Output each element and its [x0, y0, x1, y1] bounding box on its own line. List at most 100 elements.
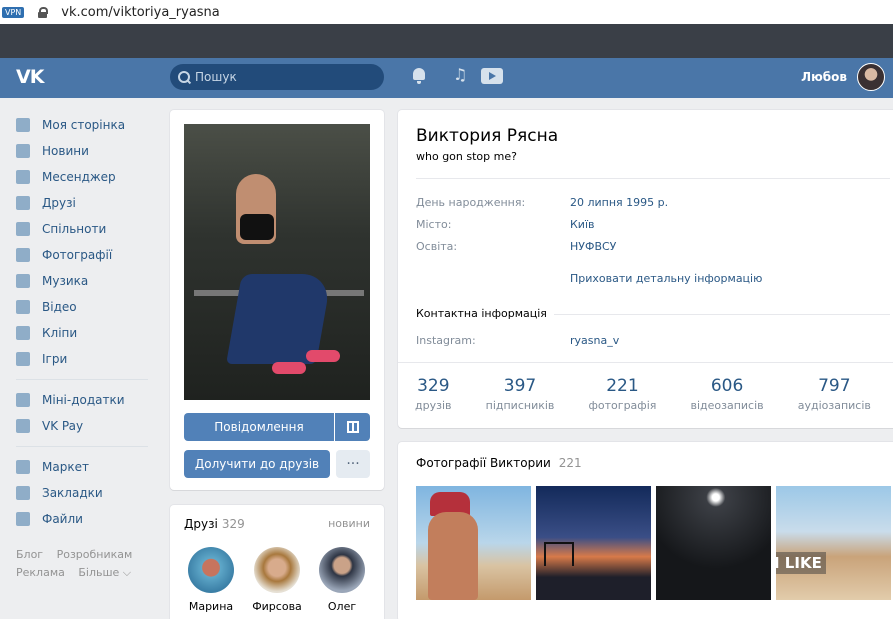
messenger-icon	[16, 170, 30, 184]
friends-card: Друзі 329 новини Марина Фирсова Олег	[170, 505, 384, 619]
nav-item-label: Месенджер	[42, 170, 116, 184]
education-value[interactable]: НУФВСУ	[570, 240, 616, 253]
nav-item-label: Міні-додатки	[42, 393, 125, 407]
stat-audios[interactable]: 797 аудіозаписів	[798, 376, 871, 412]
photo-shoe	[306, 350, 340, 362]
friend-avatar[interactable]	[319, 547, 365, 593]
friend-avatar[interactable]	[188, 547, 234, 593]
gift-button[interactable]	[335, 413, 370, 441]
nav-item-label: VK Pay	[42, 419, 84, 433]
friends-header[interactable]: Друзі 329	[184, 517, 245, 531]
info-row-birthday: День народження: 20 липня 1995 р.	[416, 196, 668, 209]
nav-item[interactable]: Відео	[16, 294, 156, 320]
stat-label: підписників	[485, 399, 555, 412]
photo-thumb[interactable]	[536, 486, 651, 600]
nav-item[interactable]: Закладки	[16, 480, 156, 506]
nav-item[interactable]: Міні-додатки	[16, 387, 156, 413]
friend-name[interactable]: Марина	[181, 600, 241, 613]
nav-item[interactable]: Кліпи	[16, 320, 156, 346]
birthday-value[interactable]: 20 липня 1995 р.	[570, 196, 668, 209]
search-icon	[178, 71, 190, 83]
nav-item-label: Спільноти	[42, 222, 107, 236]
info-row-instagram: Instagram: ryasna_v	[416, 334, 619, 347]
nav-item[interactable]: Новини	[16, 138, 156, 164]
friends-icon	[16, 196, 30, 210]
communities-icon	[16, 222, 30, 236]
photos-count: 221	[558, 456, 582, 470]
video-play-icon[interactable]	[481, 68, 503, 84]
nav-item[interactable]: Друзі	[16, 190, 156, 216]
footer-blog-link[interactable]: Блог	[16, 548, 43, 561]
stat-followers[interactable]: 397 підписників	[486, 376, 555, 412]
nav-item[interactable]: Файли	[16, 506, 156, 532]
divider	[416, 178, 890, 179]
music-icon[interactable]: ♫	[453, 67, 469, 83]
gift-icon	[346, 421, 359, 433]
footer-developers-link[interactable]: Розробникам	[57, 548, 133, 561]
friend-avatar[interactable]	[254, 547, 300, 593]
city-label: Місто:	[416, 218, 452, 231]
hide-details-link[interactable]: Приховати детальну інформацію	[570, 272, 762, 285]
photos-header[interactable]: Фотографії Виктории 221	[416, 456, 582, 470]
header-user-name[interactable]: Любов	[801, 70, 847, 84]
friend-name[interactable]: Фирсова	[247, 600, 307, 613]
vk-logo[interactable]: VK	[16, 66, 44, 88]
friend-item[interactable]: Олег	[312, 547, 372, 613]
profile-info-card: Виктория Рясна who gon stop me? День нар…	[398, 110, 893, 428]
stat-friends[interactable]: 329 друзів	[415, 376, 452, 412]
instagram-value[interactable]: ryasna_v	[570, 334, 619, 347]
footer-ads-link[interactable]: Реклама	[16, 566, 65, 579]
home-icon	[16, 118, 30, 132]
nav-item-label: Ігри	[42, 352, 68, 366]
vpn-badge[interactable]: VPN	[2, 6, 25, 18]
bell-icon[interactable]	[412, 68, 426, 84]
photo-thumb[interactable]	[416, 486, 531, 600]
stat-number: 797	[818, 376, 851, 396]
profile-photo[interactable]	[184, 124, 370, 400]
nav-item-label: Новини	[42, 144, 89, 158]
nav-divider	[16, 379, 148, 380]
video-icon	[16, 300, 30, 314]
photo-thumb[interactable]	[656, 486, 771, 600]
nav-item-label: Фотографії	[42, 248, 113, 262]
more-actions-button[interactable]: ···	[336, 450, 370, 478]
photo-detail	[544, 542, 574, 566]
friends-updates-link[interactable]: новини	[328, 517, 370, 530]
message-button[interactable]: Повідомлення	[184, 413, 334, 441]
info-row-education: Освіта: НУФВСУ	[416, 240, 616, 253]
nav-item-label: Друзі	[42, 196, 76, 210]
nav-item[interactable]: Маркет	[16, 454, 156, 480]
city-value[interactable]: Київ	[570, 218, 595, 231]
url-text[interactable]: vk.com/viktoriya_ryasna	[61, 5, 219, 20]
bookmarks-icon	[16, 486, 30, 500]
nav-item[interactable]: VK Pay	[16, 413, 156, 439]
add-friend-button[interactable]: Долучити до друзів	[184, 450, 330, 478]
friend-name[interactable]: Олег	[312, 600, 372, 613]
friends-count: 329	[221, 517, 245, 531]
friend-item[interactable]: Фирсова	[247, 547, 307, 613]
nav-item[interactable]: Месенджер	[16, 164, 156, 190]
photos-card: Фотографії Виктории 221 I LIKE	[398, 442, 893, 619]
search-box[interactable]	[170, 64, 384, 90]
nav-item[interactable]: Музика	[16, 268, 156, 294]
nav-item[interactable]: Спільноти	[16, 216, 156, 242]
search-input[interactable]	[195, 70, 375, 84]
stat-photos[interactable]: 221 фотографія	[589, 376, 657, 412]
profile-photo-card: Повідомлення Долучити до друзів ···	[170, 110, 384, 490]
friend-item[interactable]: Марина	[181, 547, 241, 613]
market-icon	[16, 460, 30, 474]
photo-thumb[interactable]: I LIKE	[776, 486, 891, 600]
nav-item[interactable]: Моя сторінка	[16, 112, 156, 138]
nav-item[interactable]: Фотографії	[16, 242, 156, 268]
left-nav: Моя сторінка Новини Месенджер Друзі Спільнот…	[16, 112, 156, 582]
footer-more-link[interactable]: Більше ⌵	[78, 566, 131, 579]
header-avatar[interactable]	[857, 63, 885, 91]
nav-item-label: Закладки	[42, 486, 103, 500]
stat-videos[interactable]: 606 відеозаписів	[690, 376, 763, 412]
stat-number: 221	[606, 376, 639, 396]
vkpay-icon	[16, 419, 30, 433]
nav-item[interactable]: Ігри	[16, 346, 156, 372]
stat-number: 397	[503, 376, 537, 396]
profile-status[interactable]: who gon stop me?	[416, 150, 517, 163]
profile-name: Виктория Рясна	[416, 126, 559, 146]
